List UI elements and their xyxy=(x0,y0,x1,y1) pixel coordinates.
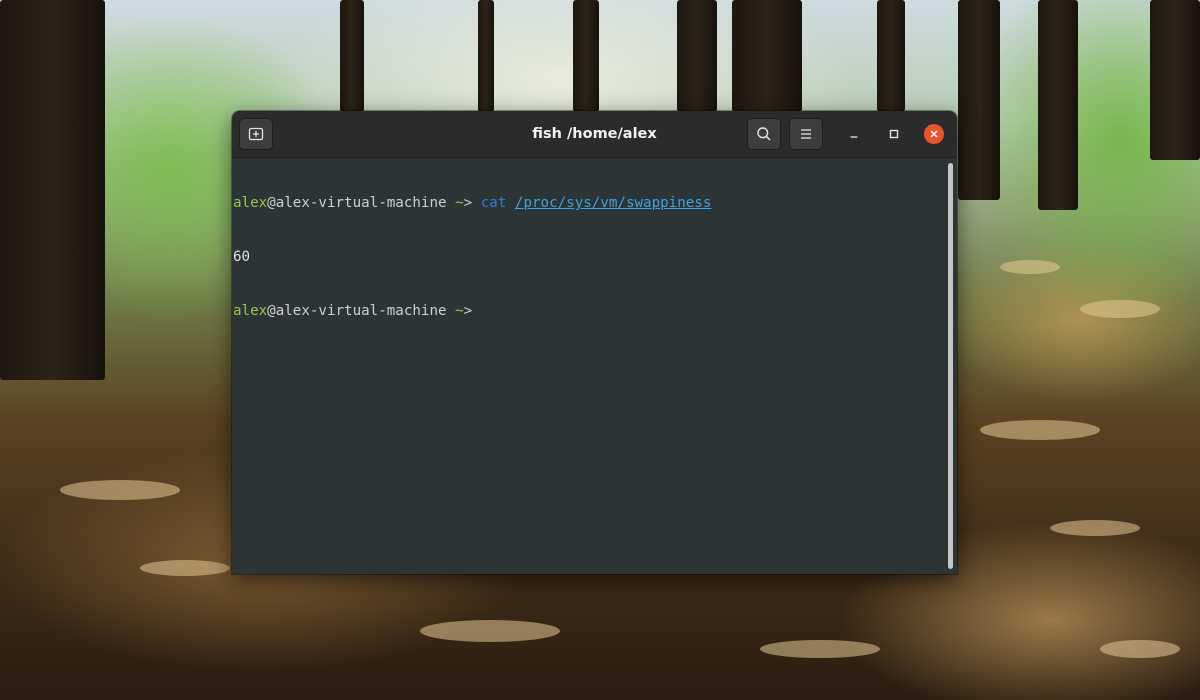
new-tab-button[interactable] xyxy=(239,118,273,150)
headerbar[interactable]: fish /home/alex xyxy=(232,111,957,158)
ground-highlight xyxy=(1080,300,1160,318)
ground-highlight xyxy=(1000,260,1060,274)
tree-trunk xyxy=(573,0,599,112)
maximize-button[interactable] xyxy=(883,123,905,145)
ground-highlight xyxy=(140,560,230,576)
prompt-user: alex xyxy=(233,303,268,319)
command-output: 60 xyxy=(233,249,251,265)
ground-highlight xyxy=(420,620,560,642)
minimize-button[interactable] xyxy=(843,123,865,145)
tree-trunk xyxy=(478,0,494,112)
close-icon xyxy=(930,130,938,138)
ground-highlight xyxy=(980,420,1100,440)
command-path-link[interactable]: /proc/sys/vm/swappiness xyxy=(515,195,711,211)
command-text: cat xyxy=(480,195,507,211)
window-title: fish /home/alex xyxy=(532,126,657,142)
hamburger-menu-icon xyxy=(801,129,811,139)
minimize-icon xyxy=(850,136,858,138)
close-button[interactable] xyxy=(923,123,945,145)
tree-trunk xyxy=(1038,0,1078,210)
tree-trunk xyxy=(677,0,717,112)
ground-highlight xyxy=(1100,640,1180,658)
close-button-circle xyxy=(924,124,944,144)
menu-button[interactable] xyxy=(789,118,823,150)
tree-trunk xyxy=(732,0,802,112)
tree-trunk xyxy=(0,0,105,380)
ground-highlight xyxy=(60,480,180,500)
tree-trunk xyxy=(958,0,1000,200)
terminal-window[interactable]: fish /home/alex alex@alex-virtual-machin… xyxy=(232,111,957,574)
search-button[interactable] xyxy=(747,118,781,150)
prompt-host: @alex-virtual-machine xyxy=(267,303,447,319)
ground-highlight xyxy=(1050,520,1140,536)
maximize-icon xyxy=(889,129,899,139)
new-tab-icon xyxy=(248,127,264,141)
terminal-output[interactable]: alex@alex-virtual-machine ~> cat /proc/s… xyxy=(232,158,948,574)
prompt-host: @alex-virtual-machine xyxy=(267,195,447,211)
search-icon xyxy=(757,127,771,141)
ground-highlight xyxy=(760,640,880,658)
terminal-line: alex@alex-virtual-machine ~> xyxy=(232,302,948,320)
scrollbar[interactable] xyxy=(948,163,953,569)
prompt-cwd: ~ xyxy=(455,195,464,211)
prompt-arrow: > xyxy=(463,303,473,319)
prompt-arrow: > xyxy=(463,195,473,211)
prompt-cwd: ~ xyxy=(455,303,464,319)
terminal-line: alex@alex-virtual-machine ~> cat /proc/s… xyxy=(232,194,948,212)
tree-trunk xyxy=(340,0,364,112)
tree-trunk xyxy=(877,0,905,112)
prompt-user: alex xyxy=(233,195,268,211)
tree-trunk xyxy=(1150,0,1200,160)
